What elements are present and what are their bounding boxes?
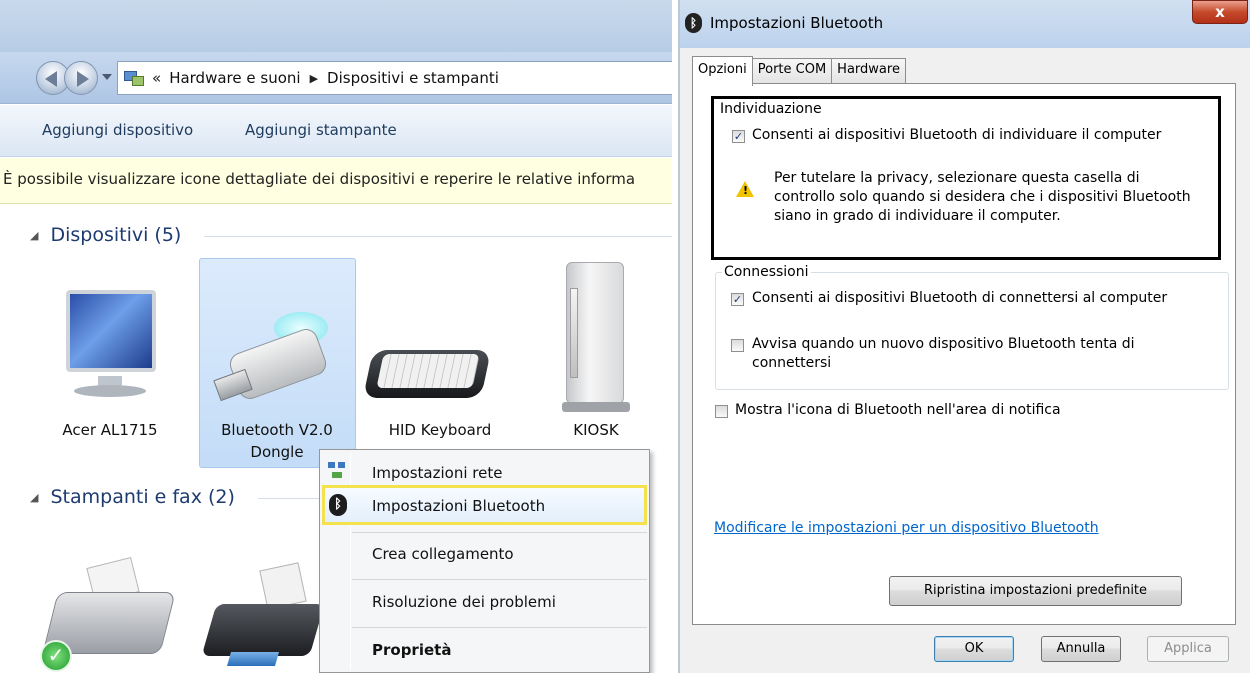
bluetooth-icon: ᛒ (329, 494, 347, 516)
allow-discovery-label[interactable]: Consenti ai dispositivi Bluetooth di ind… (752, 126, 1161, 145)
forward-arrow-icon (77, 71, 89, 87)
forward-button[interactable] (64, 61, 98, 95)
breadcrumb-devices-printers[interactable]: Dispositivi e stampanti (327, 69, 499, 87)
explorer-titlebar (0, 0, 672, 52)
menu-item-label: Proprietà (372, 641, 452, 659)
dialog-title: Impostazioni Bluetooth (710, 14, 884, 32)
collapse-triangle-icon[interactable]: ◢ (30, 491, 38, 504)
info-bar[interactable]: È possibile visualizzare icone dettaglia… (0, 158, 672, 204)
tab-hardware[interactable]: Hardware (831, 58, 906, 84)
collapse-triangle-icon[interactable]: ◢ (30, 229, 38, 242)
keyboard-icon[interactable] (362, 340, 492, 404)
add-device-button[interactable]: Aggiungi dispositivo (42, 121, 193, 139)
add-printer-button[interactable]: Aggiungi stampante (245, 121, 397, 139)
tab-options[interactable]: Opzioni (692, 56, 753, 86)
group-devices-title: Dispositivi (5) (50, 224, 182, 246)
close-button[interactable]: x (1192, 0, 1248, 24)
group-printers-header[interactable]: ◢ Stampanti e fax (2) (30, 486, 235, 508)
menu-separator (352, 579, 647, 580)
dialog-body: Opzioni Porte COM Hardware Individuazion… (686, 48, 1246, 673)
device-label-acer[interactable]: Acer AL1715 (40, 420, 180, 440)
menu-item-bluetooth-settings[interactable]: ᛒ Impostazioni Bluetooth (322, 485, 647, 525)
group-devices-header[interactable]: ◢ Dispositivi (5) (30, 224, 181, 246)
allow-connect-label[interactable]: Consenti ai dispositivi Bluetooth di con… (752, 289, 1167, 308)
notify-new-device-checkbox[interactable] (731, 339, 744, 352)
device-label-kiosk[interactable]: KIOSK (526, 420, 666, 440)
menu-item-create-shortcut[interactable]: Crea collegamento (322, 534, 647, 574)
group-divider (204, 236, 672, 237)
command-bar: Aggiungi dispositivo Aggiungi stampante (0, 105, 672, 157)
back-arrow-icon (45, 71, 57, 87)
monitor-icon[interactable] (60, 290, 160, 400)
apply-button[interactable]: Applica (1147, 636, 1229, 662)
menu-separator (352, 532, 647, 533)
notify-new-device-label[interactable]: Avvisa quando un nuovo dispositivo Bluet… (752, 335, 1172, 373)
printer-icon[interactable] (201, 562, 325, 673)
explorer-window: « Hardware e suoni ▶ Dispositivi e stamp… (0, 0, 672, 673)
connections-legend: Connessioni (722, 264, 811, 280)
breadcrumb[interactable]: « Hardware e suoni ▶ Dispositivi e stamp… (117, 61, 672, 95)
menu-item-label: Impostazioni Bluetooth (372, 497, 546, 515)
ok-button[interactable]: OK (934, 636, 1014, 662)
device-settings-link[interactable]: Modificare le impostazioni per un dispos… (714, 520, 1099, 536)
show-tray-icon-checkbox[interactable] (715, 405, 728, 418)
connections-group: Connessioni ✓ Consenti ai dispositivi Bl… (715, 264, 1229, 390)
discovery-group: Individuazione ✓ Consenti ai dispositivi… (711, 96, 1221, 260)
control-panel-icon (124, 69, 146, 87)
group-printers-title: Stampanti e fax (2) (50, 486, 235, 508)
allow-discovery-checkbox[interactable]: ✓ (732, 130, 745, 143)
dialog-titlebar[interactable]: ᛒ Impostazioni Bluetooth x (680, 0, 1250, 48)
menu-item-label: Risoluzione dei problemi (372, 593, 556, 611)
breadcrumb-hardware-sound[interactable]: Hardware e suoni (169, 69, 300, 87)
history-dropdown-icon[interactable] (102, 74, 112, 80)
menu-item-label: Crea collegamento (372, 545, 514, 563)
options-panel: Individuazione ✓ Consenti ai dispositivi… (692, 83, 1236, 625)
privacy-warning-text: Per tutelare la privacy, selezionare que… (774, 170, 1191, 224)
menu-item-troubleshoot[interactable]: Risoluzione dei problemi (322, 582, 647, 622)
device-label-keyboard[interactable]: HID Keyboard (370, 420, 510, 440)
tab-strip: Opzioni Porte COM Hardware (692, 56, 906, 86)
network-icon (328, 462, 346, 480)
discovery-legend: Individuazione (720, 101, 822, 117)
device-label-bluetooth-1[interactable]: Bluetooth V2.0 (207, 420, 347, 440)
menu-item-properties[interactable]: Proprietà (322, 630, 647, 670)
menu-separator (352, 627, 647, 628)
warning-icon: ! (736, 181, 754, 197)
tab-com-ports[interactable]: Porte COM (751, 58, 833, 84)
allow-connect-checkbox[interactable]: ✓ (731, 293, 744, 306)
bluetooth-icon: ᛒ (685, 13, 702, 33)
cancel-button[interactable]: Annulla (1041, 636, 1121, 662)
show-tray-icon-label[interactable]: Mostra l'icona di Bluetooth nell'area di… (735, 401, 1061, 420)
bluetooth-settings-dialog: ᛒ Impostazioni Bluetooth x Opzioni Porte… (678, 0, 1250, 673)
default-printer-check-icon: ✓ (40, 640, 72, 672)
breadcrumb-arrow-icon[interactable]: ▶ (310, 72, 318, 85)
menu-item-label: Impostazioni rete (372, 464, 503, 482)
group-divider (258, 498, 320, 499)
usb-dongle-icon[interactable] (213, 312, 334, 412)
context-menu: Impostazioni rete ᛒ Impostazioni Bluetoo… (319, 449, 650, 673)
restore-defaults-button[interactable]: Ripristina impostazioni predefinite (889, 576, 1182, 606)
computer-tower-icon[interactable] (562, 262, 632, 418)
address-bar: « Hardware e suoni ▶ Dispositivi e stamp… (0, 52, 672, 104)
breadcrumb-overflow[interactable]: « (152, 69, 161, 87)
